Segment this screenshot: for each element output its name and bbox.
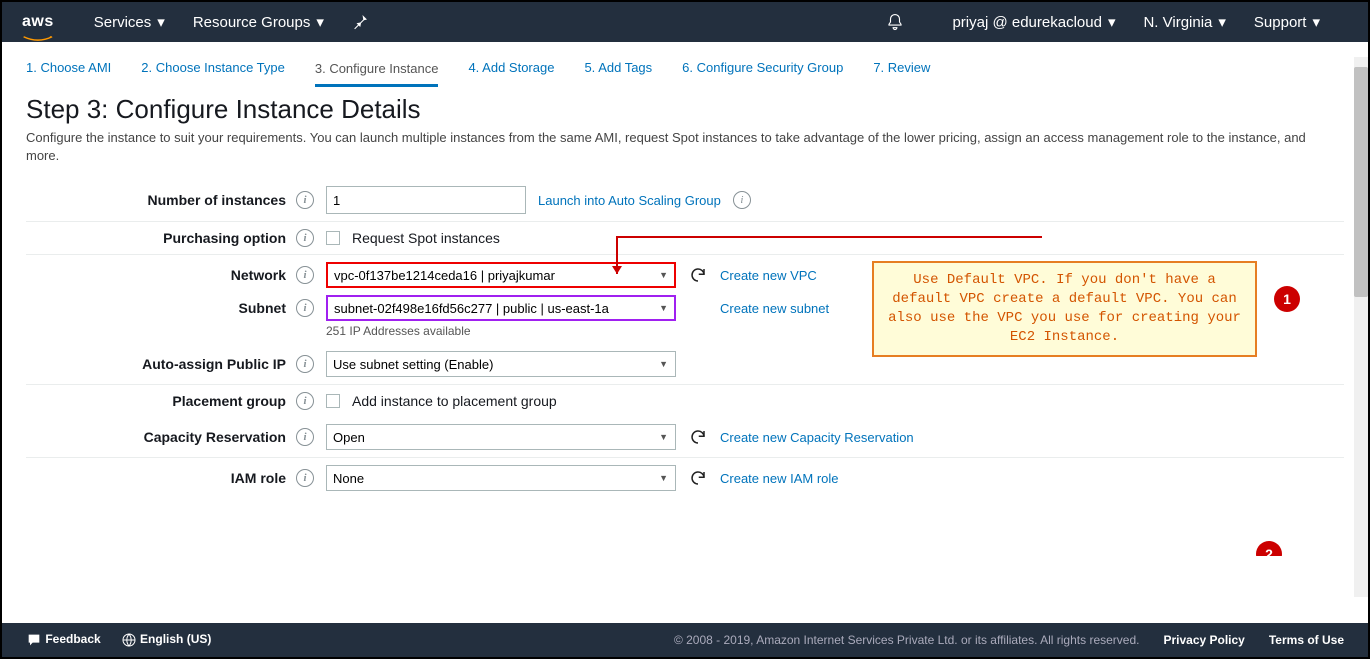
speech-bubble-icon [26,632,45,646]
services-menu[interactable]: Services ▾ [94,13,165,31]
terms-link[interactable]: Terms of Use [1269,633,1344,647]
info-icon[interactable]: i [296,299,314,317]
info-icon[interactable]: i [296,266,314,284]
info-icon[interactable]: i [296,355,314,373]
chevron-down-icon: ▾ [1108,13,1116,31]
tab-configure-instance[interactable]: 3. Configure Instance [315,53,439,87]
tab-add-storage[interactable]: 4. Add Storage [468,52,554,86]
create-capacity-link[interactable]: Create new Capacity Reservation [720,430,914,445]
capacity-select[interactable] [326,424,676,450]
notifications-icon[interactable] [886,13,904,31]
tab-add-tags[interactable]: 5. Add Tags [584,52,652,86]
annotation-badge-2: 2 [1256,541,1282,556]
num-instances-label: Number of instances [148,192,286,208]
num-instances-input[interactable] [326,186,526,214]
services-label: Services [94,14,152,31]
row-placement-group: Placement group i Add instance to placem… [26,384,1344,417]
scrollbar[interactable] [1354,57,1368,597]
tab-review[interactable]: 7. Review [873,52,930,86]
resource-groups-menu[interactable]: Resource Groups ▾ [193,13,324,31]
spot-label: Request Spot instances [352,230,500,246]
refresh-icon[interactable] [688,427,708,447]
language-label: English (US) [140,632,211,646]
top-header: aws Services ▾ Resource Groups ▾ priyaj … [2,2,1368,42]
chevron-down-icon: ▾ [316,13,324,31]
tab-choose-ami[interactable]: 1. Choose AMI [26,52,111,86]
footer: Feedback English (US) © 2008 - 2019, Ama… [2,623,1368,657]
info-icon[interactable]: i [296,428,314,446]
annotation-badge-1: 1 [1274,286,1300,312]
aws-logo[interactable]: aws [22,13,54,31]
iam-select[interactable] [326,465,676,491]
placement-label: Placement group [172,393,286,409]
globe-icon [121,632,140,646]
auto-ip-label: Auto-assign Public IP [142,356,286,372]
info-icon[interactable]: i [733,191,751,209]
page-description: Configure the instance to suit your requ… [26,129,1316,165]
wizard-tabs: 1. Choose AMI 2. Choose Instance Type 3.… [2,52,1368,86]
feedback-link[interactable]: Feedback [26,632,101,648]
annotation-box: Use Default VPC. If you don't have a def… [872,261,1257,357]
info-icon[interactable]: i [296,191,314,209]
placement-checkbox[interactable] [326,394,340,408]
scrollbar-thumb[interactable] [1354,67,1368,297]
chevron-down-icon: ▾ [1218,13,1226,31]
auto-ip-select[interactable] [326,351,676,377]
main-content: Step 3: Configure Instance Details Confi… [2,86,1368,556]
refresh-icon[interactable] [688,265,708,285]
privacy-link[interactable]: Privacy Policy [1163,633,1244,647]
row-iam-role: IAM role i Create new IAM role [26,457,1344,498]
network-label: Network [231,267,286,283]
tab-choose-instance-type[interactable]: 2. Choose Instance Type [141,52,285,86]
network-select[interactable] [326,262,676,288]
launch-asg-link[interactable]: Launch into Auto Scaling Group [538,193,721,208]
create-iam-link[interactable]: Create new IAM role [720,471,839,486]
account-menu[interactable]: priyaj @ edurekacloud ▾ [952,13,1115,31]
placement-text: Add instance to placement group [352,393,557,409]
create-vpc-link[interactable]: Create new VPC [720,268,817,283]
page-title: Step 3: Configure Instance Details [26,94,1344,125]
refresh-icon[interactable] [688,468,708,488]
language-selector[interactable]: English (US) [121,632,212,648]
copyright-text: © 2008 - 2019, Amazon Internet Services … [674,633,1140,647]
support-label: Support [1254,14,1307,31]
row-capacity-reservation: Capacity Reservation i Create new Capaci… [26,417,1344,457]
row-number-of-instances: Number of instances i Launch into Auto S… [26,179,1344,221]
capacity-label: Capacity Reservation [144,429,286,445]
region-label: N. Virginia [1143,14,1212,31]
create-subnet-link[interactable]: Create new subnet [720,301,829,316]
subnet-select[interactable] [326,295,676,321]
support-menu[interactable]: Support ▾ [1254,13,1320,31]
feedback-label: Feedback [45,632,100,646]
info-icon[interactable]: i [296,392,314,410]
pin-icon[interactable] [352,12,370,33]
region-menu[interactable]: N. Virginia ▾ [1143,13,1225,31]
chevron-down-icon: ▾ [1312,13,1320,31]
tab-security-group[interactable]: 6. Configure Security Group [682,52,843,86]
subnet-label: Subnet [239,300,286,316]
aws-logo-text: aws [22,13,54,30]
aws-smile-icon [22,29,54,35]
info-icon[interactable]: i [296,229,314,247]
iam-label: IAM role [231,470,286,486]
resource-groups-label: Resource Groups [193,14,311,31]
info-icon[interactable]: i [296,469,314,487]
row-purchasing-option: Purchasing option i Request Spot instanc… [26,221,1344,254]
account-label: priyaj @ edurekacloud [952,14,1101,31]
purchasing-label: Purchasing option [163,230,286,246]
chevron-down-icon: ▾ [157,13,165,31]
spot-checkbox[interactable] [326,231,340,245]
